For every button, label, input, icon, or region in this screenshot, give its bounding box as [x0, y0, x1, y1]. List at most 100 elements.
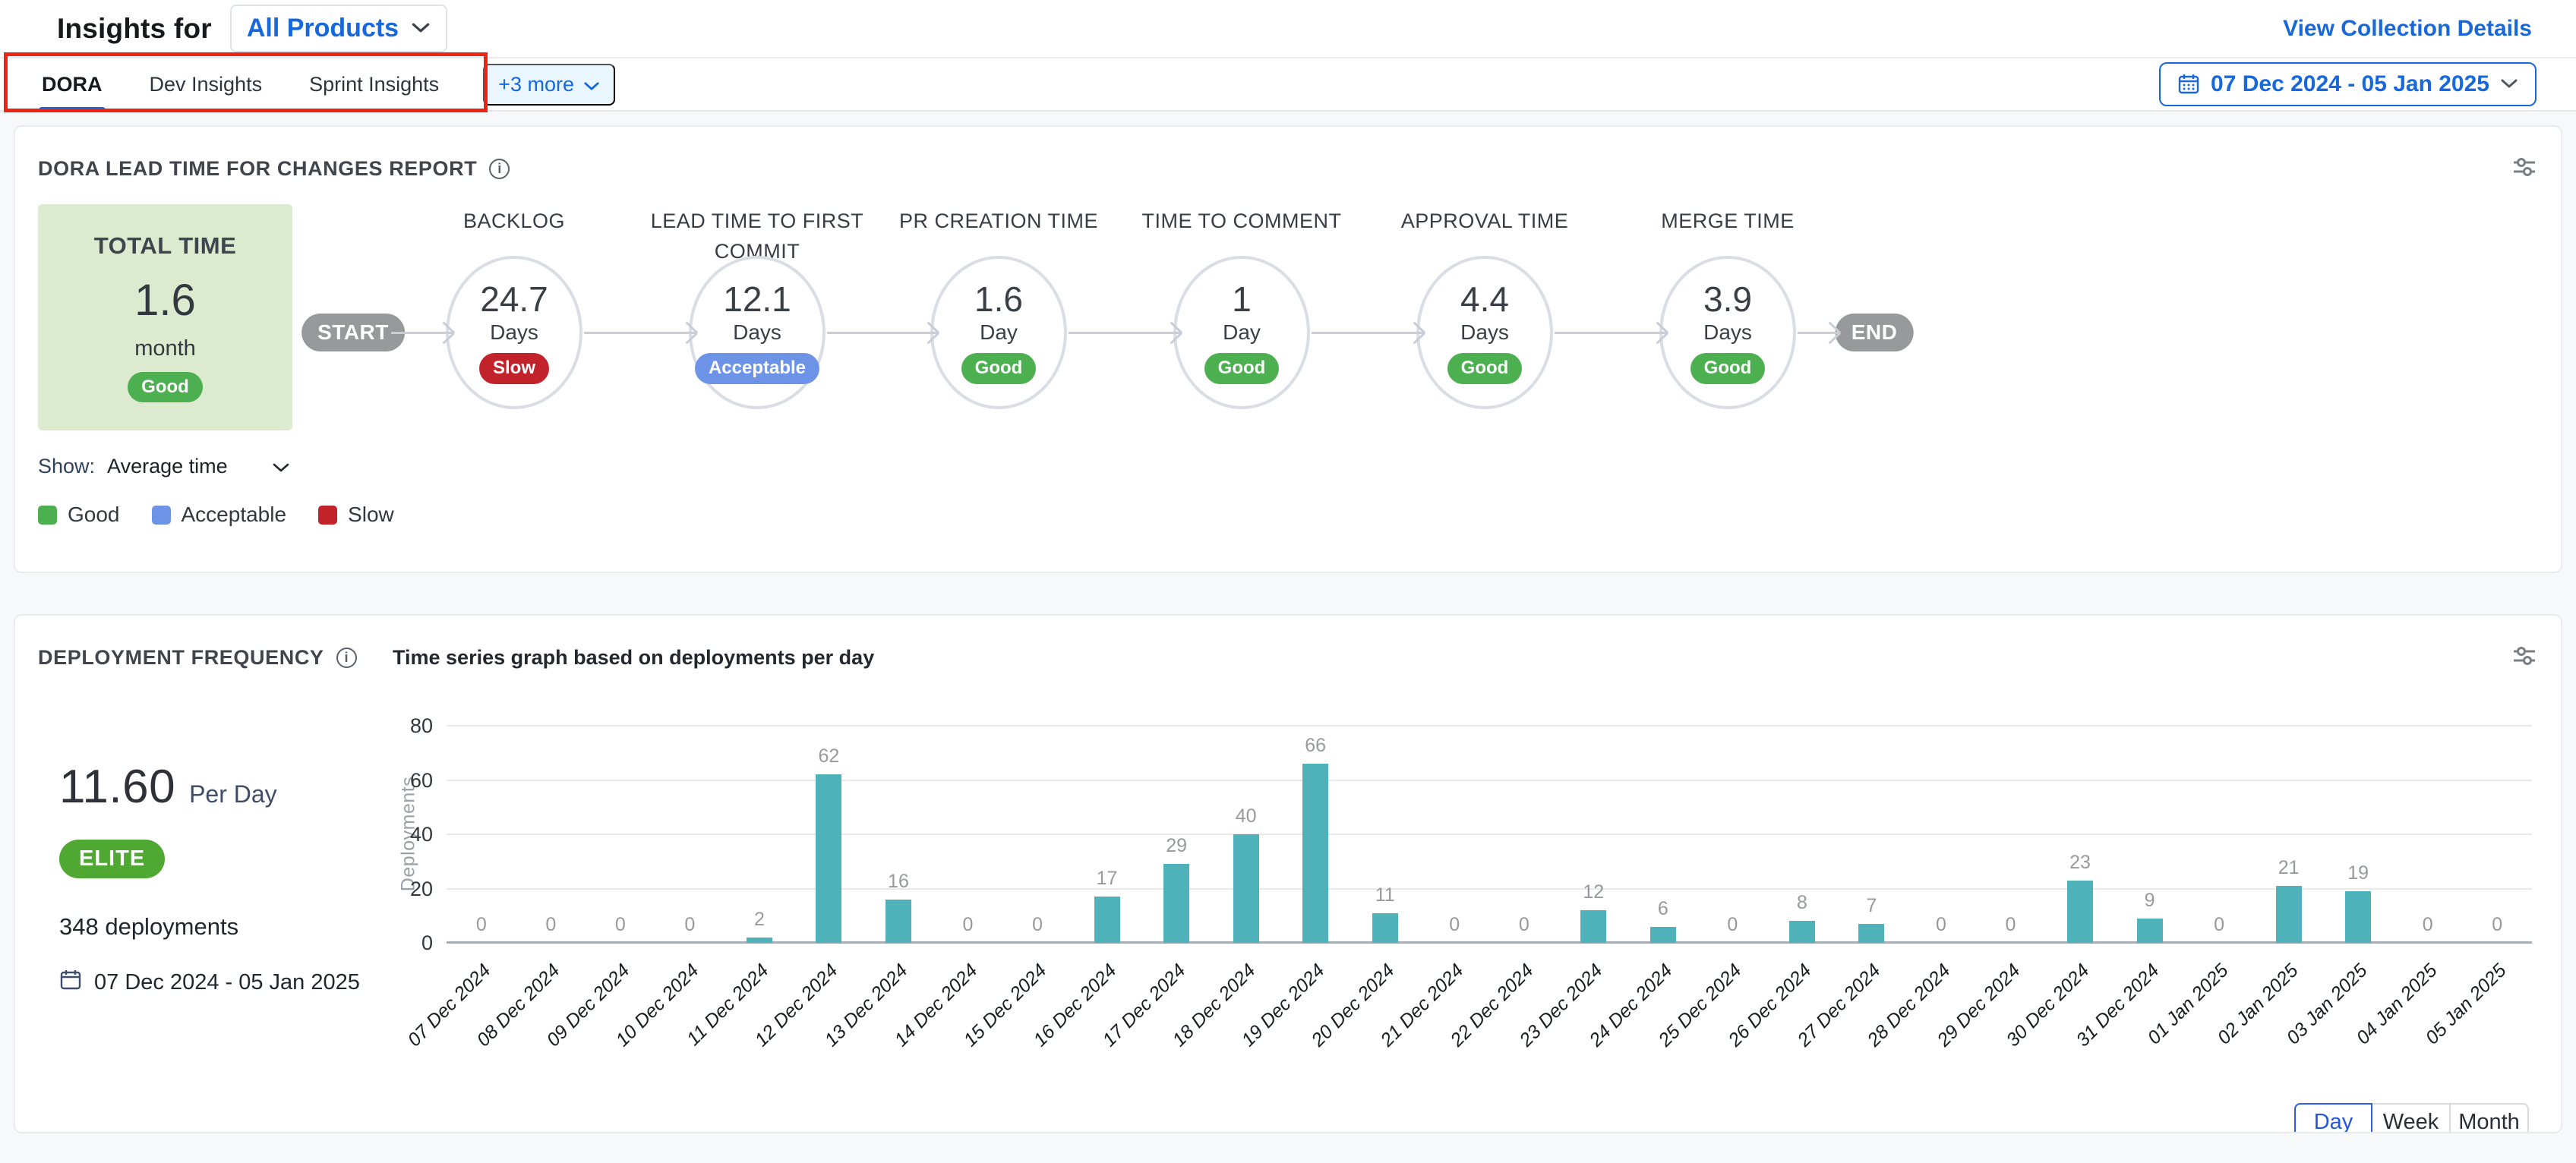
- bar-value-label: 11: [1351, 884, 1419, 906]
- deployment-rate-unit: Per Day: [189, 780, 277, 808]
- x-axis-label: 20 Dec 2024: [1260, 960, 1399, 1098]
- x-axis-label: 21 Dec 2024: [1329, 960, 1468, 1098]
- bar-31-dec-2024[interactable]: [2137, 919, 2163, 943]
- flow-arrow: [827, 332, 938, 334]
- bar-02-jan-2025[interactable]: [2276, 886, 2302, 943]
- bar-12-dec-2024[interactable]: [816, 774, 841, 943]
- card-settings-icon[interactable]: [2511, 154, 2538, 184]
- bar-18-dec-2024[interactable]: [1233, 834, 1259, 943]
- x-axis-label: 11 Dec 2024: [634, 960, 773, 1098]
- deployment-frequency-card: DEPLOYMENT FREQUENCY Time series graph b…: [14, 614, 2562, 1133]
- view-collection-details-link[interactable]: View Collection Details: [2283, 16, 2532, 42]
- x-axis-label: 29 Dec 2024: [1886, 960, 2025, 1098]
- stage-rating-badge: Acceptable: [695, 353, 819, 384]
- x-axis-label: 08 Dec 2024: [425, 960, 564, 1098]
- bar-value-label: 0: [516, 914, 585, 936]
- stage-value: 3.9: [1703, 281, 1752, 317]
- deployment-stats: 11.60 Per Day ELITE 348 deployments 07 D…: [38, 684, 372, 1109]
- x-axis-label: 05 Jan 2025: [2372, 960, 2511, 1098]
- bar-26-dec-2024[interactable]: [1789, 921, 1815, 943]
- flow-arrow: [584, 332, 696, 334]
- bar-value-label: 0: [655, 914, 724, 936]
- x-axis-label: 31 Dec 2024: [2025, 960, 2164, 1098]
- gridline: [447, 834, 2532, 835]
- bar-23-dec-2024[interactable]: [1580, 910, 1606, 943]
- legend: GoodAcceptableSlow: [38, 503, 2538, 527]
- stage-label-merge-time: MERGE TIME: [1609, 206, 1846, 236]
- stage-unit: Day: [1223, 320, 1261, 345]
- stage-label-pr-creation-time: PR CREATION TIME: [880, 206, 1117, 236]
- chevron-down-icon: [2500, 78, 2518, 91]
- bar-24-dec-2024[interactable]: [1650, 927, 1676, 943]
- tab-sprint-insights[interactable]: Sprint Insights: [309, 58, 439, 110]
- bar-value-label: 0: [1420, 914, 1488, 936]
- bar-20-dec-2024[interactable]: [1372, 913, 1398, 943]
- bar-value-label: 17: [1073, 868, 1141, 890]
- total-time-label: TOTAL TIME: [94, 232, 237, 260]
- bar-value-label: 0: [934, 914, 1002, 936]
- y-axis-tick: 60: [372, 769, 433, 793]
- legend-swatch: [318, 506, 337, 525]
- page-title: Insights for: [57, 13, 212, 45]
- stage-label-backlog: BACKLOG: [396, 206, 633, 236]
- show-selector-label: Show:: [38, 455, 95, 478]
- tab-dev-insights[interactable]: Dev Insights: [150, 58, 263, 110]
- bar-11-dec-2024[interactable]: [747, 938, 772, 943]
- x-axis-label: 25 Dec 2024: [1607, 960, 1746, 1098]
- info-icon[interactable]: [489, 159, 510, 179]
- bar-16-dec-2024[interactable]: [1094, 897, 1120, 943]
- card-settings-icon[interactable]: [2511, 643, 2538, 673]
- legend-label: Good: [68, 503, 120, 527]
- deployments-bar-chart: Deployments 007 Dec 2024008 Dec 2024009 …: [372, 684, 2538, 1109]
- stage-label-approval-time: APPROVAL TIME: [1366, 206, 1603, 236]
- flow-end-node: END: [1836, 314, 1914, 351]
- stage-unit: Days: [1460, 320, 1509, 345]
- bar-17-dec-2024[interactable]: [1163, 864, 1189, 943]
- bar-value-label: 2: [725, 909, 794, 931]
- toggle-week[interactable]: Week: [2372, 1103, 2451, 1133]
- flow-start-node: START: [301, 314, 405, 351]
- x-axis-label: 02 Jan 2025: [2164, 960, 2303, 1098]
- tab-dora[interactable]: DORA: [42, 58, 103, 110]
- x-axis-label: 16 Dec 2024: [982, 960, 1121, 1098]
- bar-27-dec-2024[interactable]: [1858, 924, 1884, 943]
- stage-rating-badge: Good: [1204, 353, 1280, 384]
- deployment-rate-value: 11.60: [59, 760, 175, 814]
- product-selector[interactable]: All Products: [230, 5, 447, 52]
- bar-19-dec-2024[interactable]: [1302, 764, 1328, 943]
- toggle-month[interactable]: Month: [2451, 1103, 2529, 1133]
- stage-rating-badge: Slow: [479, 353, 549, 384]
- bar-03-jan-2025[interactable]: [2345, 891, 2371, 943]
- stage-value: 4.4: [1460, 281, 1509, 317]
- chevron-down-icon: [583, 73, 600, 96]
- x-axis-label: 27 Dec 2024: [1747, 960, 1886, 1098]
- bar-value-label: 6: [1629, 898, 1697, 920]
- page-header: Insights for All Products View Collectio…: [0, 0, 2576, 57]
- bar-30-dec-2024[interactable]: [2067, 881, 2093, 943]
- stage-unit: Days: [733, 320, 781, 345]
- lead-time-flow: TOTAL TIME 1.6 month Good STARTENDBACKLO…: [38, 197, 2538, 441]
- flow-arrow: [1555, 332, 1667, 334]
- stage-value: 12.1: [723, 281, 791, 317]
- legend-item-slow: Slow: [318, 503, 394, 527]
- product-selector-value: All Products: [247, 14, 399, 43]
- bar-value-label: 0: [586, 914, 655, 936]
- total-time-value: 1.6: [134, 275, 196, 326]
- info-icon[interactable]: [336, 648, 357, 668]
- legend-swatch: [152, 506, 171, 525]
- x-axis-label: 30 Dec 2024: [1955, 960, 2094, 1098]
- x-axis-label: 14 Dec 2024: [843, 960, 982, 1098]
- tab-bar: DORADev InsightsSprint Insights +3 more …: [0, 57, 2576, 112]
- date-range-picker[interactable]: 07 Dec 2024 - 05 Jan 2025: [2159, 62, 2537, 106]
- toggle-day[interactable]: Day: [2294, 1103, 2372, 1133]
- stage-node-pr-creation-time: 1.6DayGood: [930, 256, 1067, 409]
- bar-value-label: 9: [2116, 890, 2184, 912]
- more-tabs-button[interactable]: +3 more: [483, 64, 615, 106]
- flow-arrow: [1798, 332, 1839, 334]
- bar-value-label: 29: [1142, 835, 1211, 857]
- bar-value-label: 66: [1281, 735, 1350, 757]
- bar-value-label: 62: [794, 745, 863, 767]
- show-selector[interactable]: Show: Average time: [38, 455, 290, 478]
- stage-unit: Day: [980, 320, 1018, 345]
- bar-13-dec-2024[interactable]: [886, 900, 911, 943]
